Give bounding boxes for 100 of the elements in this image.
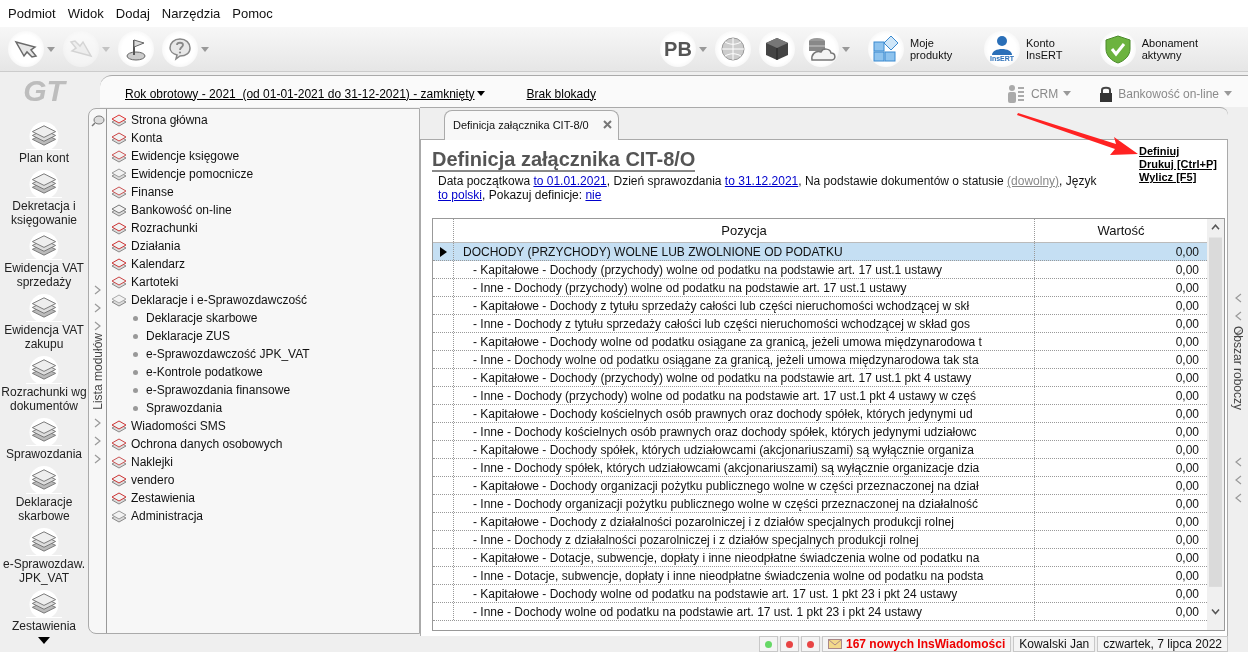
table-row[interactable]: - Inne - Dotacje, subwencje, dopłaty i inne nieodpłatne świadczenia wolne od podatku na podsta 0,00 xyxy=(433,567,1207,585)
filter-sentence: Data początkowa to 01.01.2021, Dzień sprawozdania to 31.12.2021, Na podstawie dokumentów o statusie (dowolny), Język to polski, Pokazuj definicje: nie xyxy=(438,174,1098,202)
module-icon xyxy=(111,166,127,182)
table-row[interactable]: - Kapitałowe - Dochody spółek, których udziałowcami (akcjonariuszami) są wyłącznie organiza 0,00 xyxy=(433,441,1207,459)
module-item[interactable]: Zestawienia xyxy=(111,489,310,507)
table-row[interactable]: - Inne - Dochody kościelnych osób prawnych oraz dochody spółek, których jedynymi udziałowc 0,00 xyxy=(433,423,1207,441)
lock-status-link[interactable]: Brak blokady xyxy=(526,86,596,101)
close-icon[interactable] xyxy=(602,120,612,129)
nav-button[interactable]: e-Sprawozdaw. JPK_VAT xyxy=(1,526,87,585)
module-item[interactable]: Naklejki xyxy=(111,453,310,471)
panel-tab[interactable]: Obszar roboczy xyxy=(1231,326,1245,411)
table-cell: - Inne - Dochody kościelnych osób prawnych oraz dochody spółek, których jedynymi udziałowc xyxy=(454,423,1035,440)
toolbar-button[interactable] xyxy=(759,31,795,67)
menu-item[interactable]: Narzędzia xyxy=(155,6,227,21)
table-row[interactable]: - Inne - Dochody organizacji pożytku publicznego wolne w części przeznaczonej na działalność 0,00 xyxy=(433,495,1207,513)
chevron-icon xyxy=(94,453,101,464)
document-tab[interactable]: Definicja załącznika CIT-8/0 xyxy=(444,110,619,140)
module-item[interactable]: Kartoteki xyxy=(111,273,310,291)
nav-button[interactable]: Rozrachunki wg dokumentów xyxy=(1,354,87,413)
module-item[interactable]: e-Sprawozdawczość JPK_VAT xyxy=(111,345,310,363)
scroll-down-icon[interactable] xyxy=(38,637,50,644)
table-row[interactable]: - Inne - Dochody (przychody) wolne od podatku na podstawie art. 17 ust.1 ustawy 0,00 xyxy=(433,279,1207,297)
table-row[interactable]: - Kapitałowe - Dochody (przychody) wolne od podatku na podstawie art. 17 ust.1 pkt 4 ustawy 0,00 xyxy=(433,369,1207,387)
module-item[interactable]: Ewidencje pomocnicze xyxy=(111,165,310,183)
scrollbar[interactable] xyxy=(1207,219,1224,630)
table-row[interactable]: - Kapitałowe - Dochody z działalności pozarolniczej i z działów specjalnych produkcji rolnej 0,00 xyxy=(433,513,1207,531)
action-link[interactable]: Definiuj xyxy=(1139,145,1217,158)
table-row[interactable]: - Kapitałowe - Dochody wolne od podatku osiągane za granicą, jeżeli umowa międzynarodowa t 0,00 xyxy=(433,333,1207,351)
menu-item[interactable]: Pomoc xyxy=(226,6,279,21)
action-link[interactable]: Wylicz [F5] xyxy=(1139,171,1217,184)
module-item[interactable]: Rozrachunki xyxy=(111,219,310,237)
table-cell: - Kapitałowe - Dochody spółek, których udziałowcami (akcjonariuszami) są wyłącznie organiza xyxy=(454,441,1035,458)
module-item[interactable]: Sprawozdania xyxy=(111,399,310,417)
module-item[interactable]: Finanse xyxy=(111,183,310,201)
module-item[interactable]: Konta xyxy=(111,129,310,147)
table-row[interactable]: - Inne - Dochody wolne od podatku na podstawie art. 17 ust. 1 pkt 23 i pkt 24 ustawy 0,00 xyxy=(433,603,1207,621)
toolbar-button[interactable]: Moje produkty xyxy=(868,31,966,67)
table-row[interactable]: - Kapitałowe - Dochody (przychody) wolne od podatku na podstawie art. 17 ust.1 ustawy 0,00 xyxy=(433,261,1207,279)
nav-button[interactable]: Ewidencja VAT sprzedaży xyxy=(1,230,87,289)
module-item[interactable]: Bankowość on-line xyxy=(111,201,310,219)
table-row[interactable]: - Kapitałowe - Dochody z tytułu sprzedaży całości lub części nieruchomości wchodzącej w skł 0,00 xyxy=(433,297,1207,315)
table-row[interactable]: - Inne - Dochody z tytułu sprzedaży całości lub części nieruchomości wchodzącej w skład gos 0,00 xyxy=(433,315,1207,333)
table-row[interactable]: - Inne - Dochody wolne od podatku osiągane za granicą, jeżeli umowa międzynarodowa tak sta 0,00 xyxy=(433,351,1207,369)
menu-item[interactable]: Podmiot xyxy=(2,6,62,21)
module-icon xyxy=(111,292,127,308)
nav-button[interactable]: Plan kont xyxy=(1,120,87,165)
fiscal-year-link[interactable]: Rok obrotowy - 2021 (od 01-01-2021 do 31-12-2021) - zamknięty xyxy=(125,86,485,101)
menu-item[interactable]: Dodaj xyxy=(109,6,156,21)
table-row[interactable]: - Inne - Dochody z działalności pozarolniczej i z działów specjalnych produkcji rolnej 0,00 xyxy=(433,531,1207,549)
stack-icon xyxy=(26,588,62,618)
messages-panel[interactable]: 167 nowych InsWiadomości xyxy=(821,636,1012,652)
module-item[interactable]: Administracja xyxy=(111,507,310,525)
module-item[interactable]: Deklaracje i e-Sprawozdawczość xyxy=(111,291,310,309)
table-cell-text: 0,00 xyxy=(1174,369,1200,386)
toolbar-button[interactable] xyxy=(8,31,55,67)
filter-link[interactable]: nie xyxy=(585,188,602,202)
table-row[interactable]: - Kapitałowe - Dochody organizacji pożytku publicznego wolne w części przeznaczonej na dział 0,00 xyxy=(433,477,1207,495)
filter-link[interactable]: to polski xyxy=(438,188,483,202)
module-item[interactable]: e-Sprawozdania finansowe xyxy=(111,381,310,399)
toolbar-button[interactable] xyxy=(118,31,154,67)
module-item[interactable]: vendero xyxy=(111,471,310,489)
table-cell-text: 0,00 xyxy=(1174,495,1200,512)
table-row[interactable]: DOCHODY (PRZYCHODY) WOLNE LUB ZWOLNIONE OD PODATKU 0,00 xyxy=(433,243,1207,261)
module-item[interactable]: Wiadomości SMS xyxy=(111,417,310,435)
module-item[interactable]: Strona główna xyxy=(111,111,310,129)
table-cell: - Inne - Dochody z działalności pozarolniczej i z działów specjalnych produkcji rolnej xyxy=(454,531,1035,548)
table-cell: - Inne - Dochody wolne od podatku na podstawie art. 17 ust. 1 pkt 23 i pkt 24 ustawy xyxy=(454,603,1035,620)
module-item[interactable]: e-Kontrole podatkowe xyxy=(111,363,310,381)
nav-button[interactable]: Ewidencja VAT zakupu xyxy=(1,292,87,351)
flag-icon xyxy=(124,37,148,61)
module-icon xyxy=(111,202,127,218)
table-row[interactable]: - Kapitałowe - Dochody kościelnych osób prawnych oraz dochody spółek, których jedynymi ud 0,00 xyxy=(433,405,1207,423)
table-row[interactable]: - Inne - Dochody (przychody) wolne od podatku na podstawie art. 17 ust.1 pkt 4 ustawy w częś 0,00 xyxy=(433,387,1207,405)
module-item[interactable]: Kalendarz xyxy=(111,255,310,273)
nav-button[interactable]: Dekretacja i księgowanie xyxy=(1,168,87,227)
bullet-icon xyxy=(133,333,138,339)
toolbar-button[interactable]: Abonament aktywny xyxy=(1100,31,1240,67)
column-header[interactable]: Pozycja xyxy=(454,219,1035,242)
module-item[interactable]: Ewidencje księgowe xyxy=(111,147,310,165)
column-header[interactable]: Wartość xyxy=(1035,219,1207,242)
action-link[interactable]: Drukuj [Ctrl+P] xyxy=(1139,158,1217,171)
table-row[interactable]: - Kapitałowe - Dotacje, subwencje, dopłaty i inne nieodpłatne świadczenia wolne od podatku na 0,00 xyxy=(433,549,1207,567)
nav-button[interactable]: Zestawienia xyxy=(1,588,87,633)
menu-item[interactable]: Widok xyxy=(61,6,110,21)
nav-button[interactable]: Deklaracje skarbowe xyxy=(1,464,87,523)
module-item[interactable]: Ochrona danych osobowych xyxy=(111,435,310,453)
caret-icon xyxy=(699,46,707,52)
table-cell: - Inne - Dochody (przychody) wolne od podatku na podstawie art. 17 ust.1 ustawy xyxy=(454,279,1035,296)
help-icon xyxy=(168,37,192,61)
module-item[interactable]: Deklaracje skarbowe xyxy=(111,309,310,327)
table-cell-text: 0,00 xyxy=(1174,585,1200,602)
module-item[interactable]: Działania xyxy=(111,237,310,255)
table-row[interactable]: - Inne - Dochody spółek, których udziałowcami (akcjonariuszami) są wyłącznie organizacje dzia 0,00 xyxy=(433,459,1207,477)
table-row[interactable]: - Kapitałowe - Dochody wolne od podatku na podstawie art. 17 ust. 1 pkt 23 i pkt 24 ustawy 0,00 xyxy=(433,585,1207,603)
nav-button[interactable]: Sprawozdania xyxy=(1,416,87,461)
caret-icon xyxy=(102,46,110,52)
panel-tab[interactable]: Lista modułów xyxy=(90,333,105,410)
filter-link[interactable]: to 01.01.2021 xyxy=(533,174,607,188)
module-icon xyxy=(111,436,127,452)
module-item[interactable]: Deklaracje ZUS xyxy=(111,327,310,345)
